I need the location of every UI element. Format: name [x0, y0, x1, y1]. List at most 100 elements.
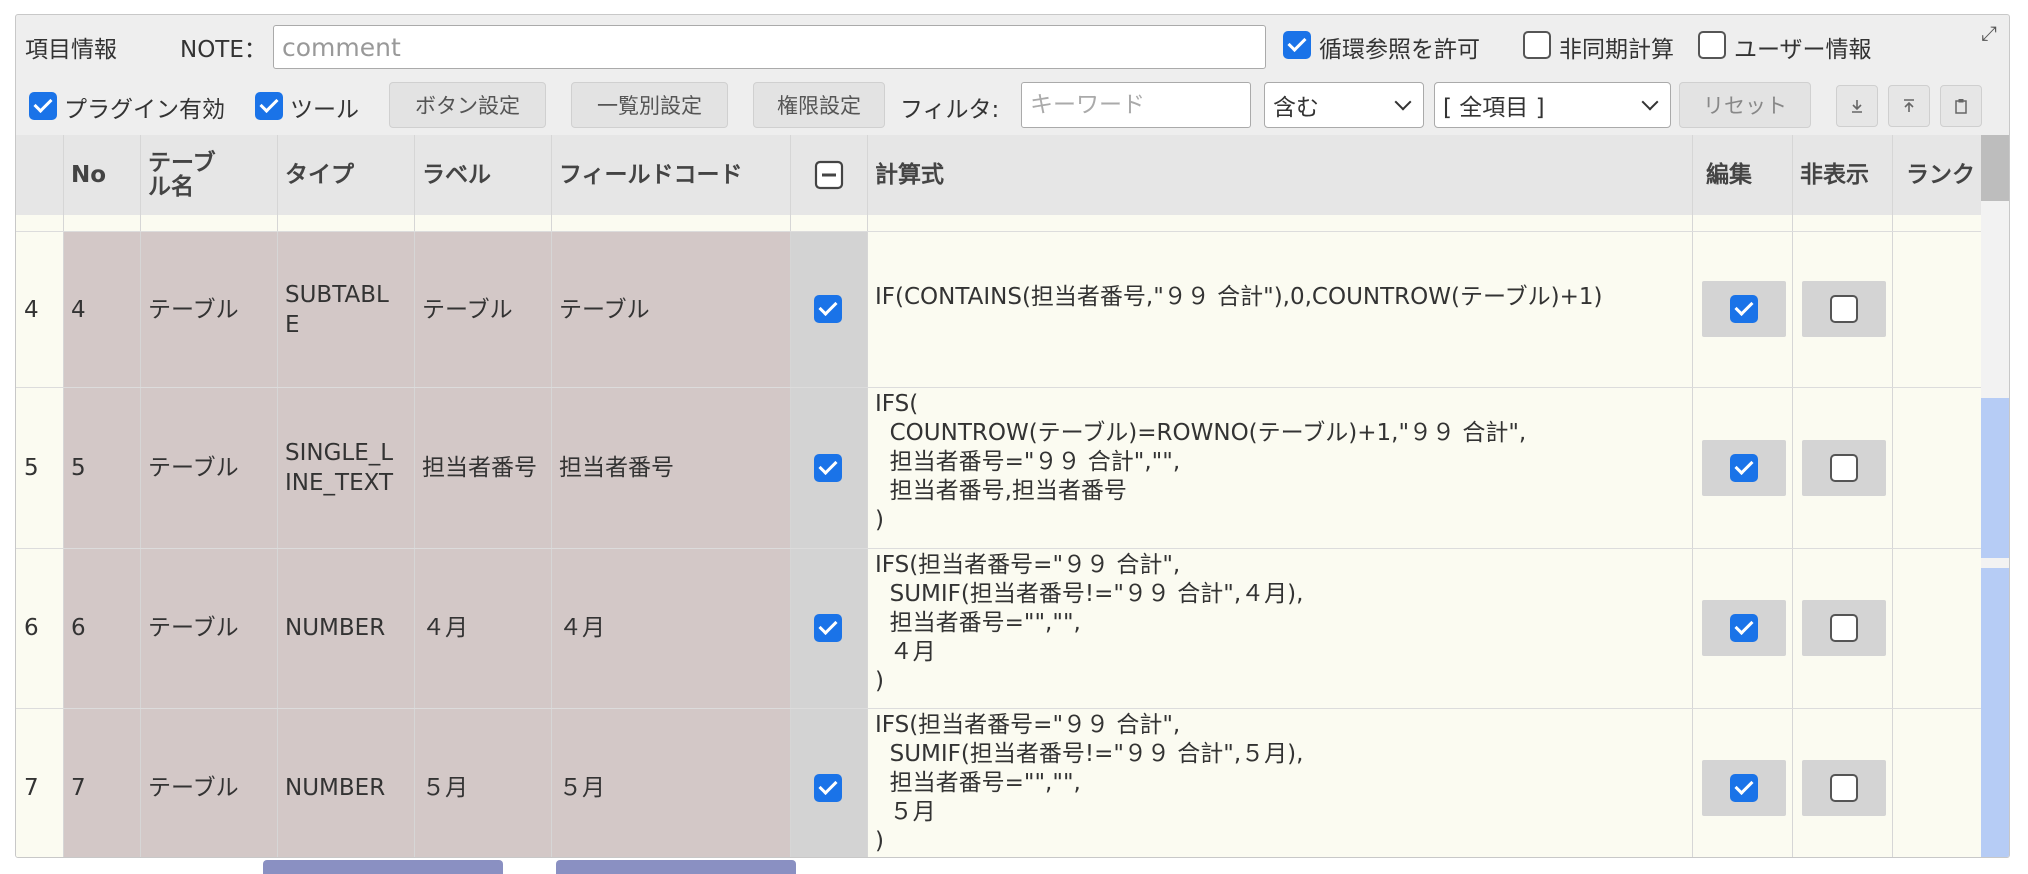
edit-checkbox[interactable]	[1730, 774, 1758, 802]
row-enabled-checkbox[interactable]	[814, 295, 842, 323]
col-formula[interactable]: 計算式	[867, 135, 1692, 215]
col-label[interactable]: ラベル	[414, 135, 551, 215]
note-label: NOTE：	[180, 37, 267, 63]
row-index: 5	[24, 455, 39, 481]
async-calc-checkbox[interactable]	[1523, 31, 1551, 59]
scrollbar-thumb[interactable]	[1981, 568, 2009, 857]
plugin-enabled-checkbox[interactable]	[29, 92, 57, 120]
row-code: 担当者番号	[559, 455, 674, 481]
upload-icon	[1904, 99, 1914, 112]
row-type: NUMBER	[285, 775, 386, 801]
allow-circular-label: 循環参照を許可	[1319, 37, 1480, 63]
tools-checkbox[interactable]	[255, 92, 283, 120]
hidden-toggle[interactable]	[1802, 440, 1886, 496]
row-type-cont: INE_TEXT	[285, 470, 394, 496]
col-edit[interactable]: 編集	[1692, 135, 1792, 215]
clipboard-icon	[1955, 99, 1967, 114]
chevron-down-icon	[1394, 93, 1412, 111]
button-settings-button[interactable]: ボタン設定	[389, 82, 546, 128]
row-code: テーブル	[559, 297, 650, 323]
row-no: 7	[71, 775, 86, 801]
edit-toggle[interactable]	[1702, 760, 1786, 816]
row-enabled-checkbox[interactable]	[814, 774, 842, 802]
edit-checkbox[interactable]	[1730, 614, 1758, 642]
user-info-checkbox[interactable]	[1698, 31, 1726, 59]
field-scope-value: [ 全項目 ]	[1443, 95, 1545, 121]
bottom-button[interactable]	[263, 860, 503, 874]
minus-square-icon	[814, 160, 843, 190]
fields-grid: No テーブル名 タイプ ラベル フィールドコード 計算式 編集 非表示 ランク	[16, 135, 1981, 857]
col-hidden[interactable]: 非表示	[1792, 135, 1892, 215]
reset-button[interactable]: リセット	[1679, 82, 1811, 128]
download-icon	[1852, 100, 1862, 113]
row-formula[interactable]: IFS(担当者番号="９９ 合計", SUMIF(担当者番号!="９９ 合計",…	[875, 551, 1303, 696]
row-table: テーブル	[148, 297, 239, 323]
plugin-enabled-label: プラグイン有効	[64, 97, 225, 123]
row-no: 6	[71, 615, 86, 641]
field-scope-select[interactable]: [ 全項目 ]	[1434, 82, 1671, 128]
clipboard-button[interactable]	[1940, 85, 1982, 127]
scrollbar-header-thumb	[1981, 135, 2009, 201]
toolbar-row-1: 項目情報 NOTE： 循環参照を許可 非同期計算 ユーザー情報	[16, 15, 2009, 75]
row-table: テーブル	[148, 775, 239, 801]
hidden-checkbox[interactable]	[1830, 774, 1858, 802]
edit-checkbox[interactable]	[1730, 295, 1758, 323]
row-formula[interactable]: IFS( COUNTROW(テーブル)=ROWNO(テーブル)+1,"９９ 合計…	[875, 390, 1526, 535]
tools-label: ツール	[290, 97, 359, 123]
row-index: 7	[24, 775, 39, 801]
row-label: 担当者番号	[422, 455, 537, 481]
col-type[interactable]: タイプ	[277, 135, 414, 215]
row-table: テーブル	[148, 615, 239, 641]
col-field-code[interactable]: フィールドコード	[551, 135, 790, 215]
col-table-name[interactable]: テーブル名	[140, 135, 277, 215]
chevron-down-icon	[1641, 93, 1659, 111]
edit-toggle[interactable]	[1702, 281, 1786, 337]
collapse-toggle[interactable]	[790, 135, 867, 215]
row-index: 4	[24, 297, 39, 323]
match-mode-value: 含む	[1273, 95, 1319, 121]
vertical-scrollbar[interactable]	[1981, 135, 2009, 857]
row-enabled-checkbox[interactable]	[814, 614, 842, 642]
match-mode-select[interactable]: 含む	[1264, 82, 1424, 128]
keyword-input[interactable]	[1021, 82, 1251, 128]
col-table-name-text: テーブル名	[148, 150, 216, 200]
col-rank[interactable]: ランク	[1892, 135, 1981, 215]
allow-circular-checkbox[interactable]	[1283, 31, 1311, 59]
edit-toggle[interactable]	[1702, 440, 1786, 496]
row-no: 5	[71, 455, 86, 481]
scrollbar-thumb[interactable]	[1981, 398, 2009, 558]
row-label: ５月	[422, 775, 468, 801]
permission-settings-button[interactable]: 権限設定	[753, 82, 885, 128]
edit-checkbox[interactable]	[1730, 454, 1758, 482]
row-index: 6	[24, 615, 39, 641]
list-settings-button[interactable]: 一覧別設定	[571, 82, 728, 128]
hidden-toggle[interactable]	[1802, 600, 1886, 656]
partial-row	[16, 215, 1981, 231]
hidden-checkbox[interactable]	[1830, 614, 1858, 642]
async-calc-label: 非同期計算	[1559, 37, 1674, 63]
hidden-checkbox[interactable]	[1830, 295, 1858, 323]
note-input[interactable]	[273, 25, 1266, 69]
grid-header: No テーブル名 タイプ ラベル フィールドコード 計算式 編集 非表示 ランク	[16, 135, 1981, 216]
row-enabled-checkbox[interactable]	[814, 454, 842, 482]
download-button[interactable]	[1836, 85, 1878, 127]
row-formula[interactable]: IFS(担当者番号="９９ 合計", SUMIF(担当者番号!="９９ 合計",…	[875, 711, 1303, 856]
upload-button[interactable]	[1888, 85, 1930, 127]
hidden-toggle[interactable]	[1802, 281, 1886, 337]
bottom-button[interactable]	[556, 860, 796, 874]
row-code: ５月	[559, 775, 605, 801]
row-label: ４月	[422, 615, 468, 641]
row-type: NUMBER	[285, 615, 386, 641]
row-formula[interactable]: IF(CONTAINS(担当者番号,"９９ 合計"),0,COUNTROW(テー…	[875, 283, 1602, 312]
toolbar-row-2: プラグイン有効 ツール ボタン設定 一覧別設定 権限設定 フィルタ: 含む [ …	[16, 75, 2009, 135]
item-info-label: 項目情報	[25, 37, 117, 63]
row-code: ４月	[559, 615, 605, 641]
edit-toggle[interactable]	[1702, 600, 1786, 656]
settings-panel: ⤢ 項目情報 NOTE： 循環参照を許可 非同期計算 ユーザー情報 プラグイン有…	[15, 14, 2010, 858]
row-type: SINGLE_L	[285, 440, 394, 466]
filter-label: フィルタ:	[900, 97, 1000, 123]
hidden-toggle[interactable]	[1802, 760, 1886, 816]
hidden-checkbox[interactable]	[1830, 454, 1858, 482]
row-no: 4	[71, 297, 86, 323]
col-no[interactable]: No	[63, 135, 140, 215]
